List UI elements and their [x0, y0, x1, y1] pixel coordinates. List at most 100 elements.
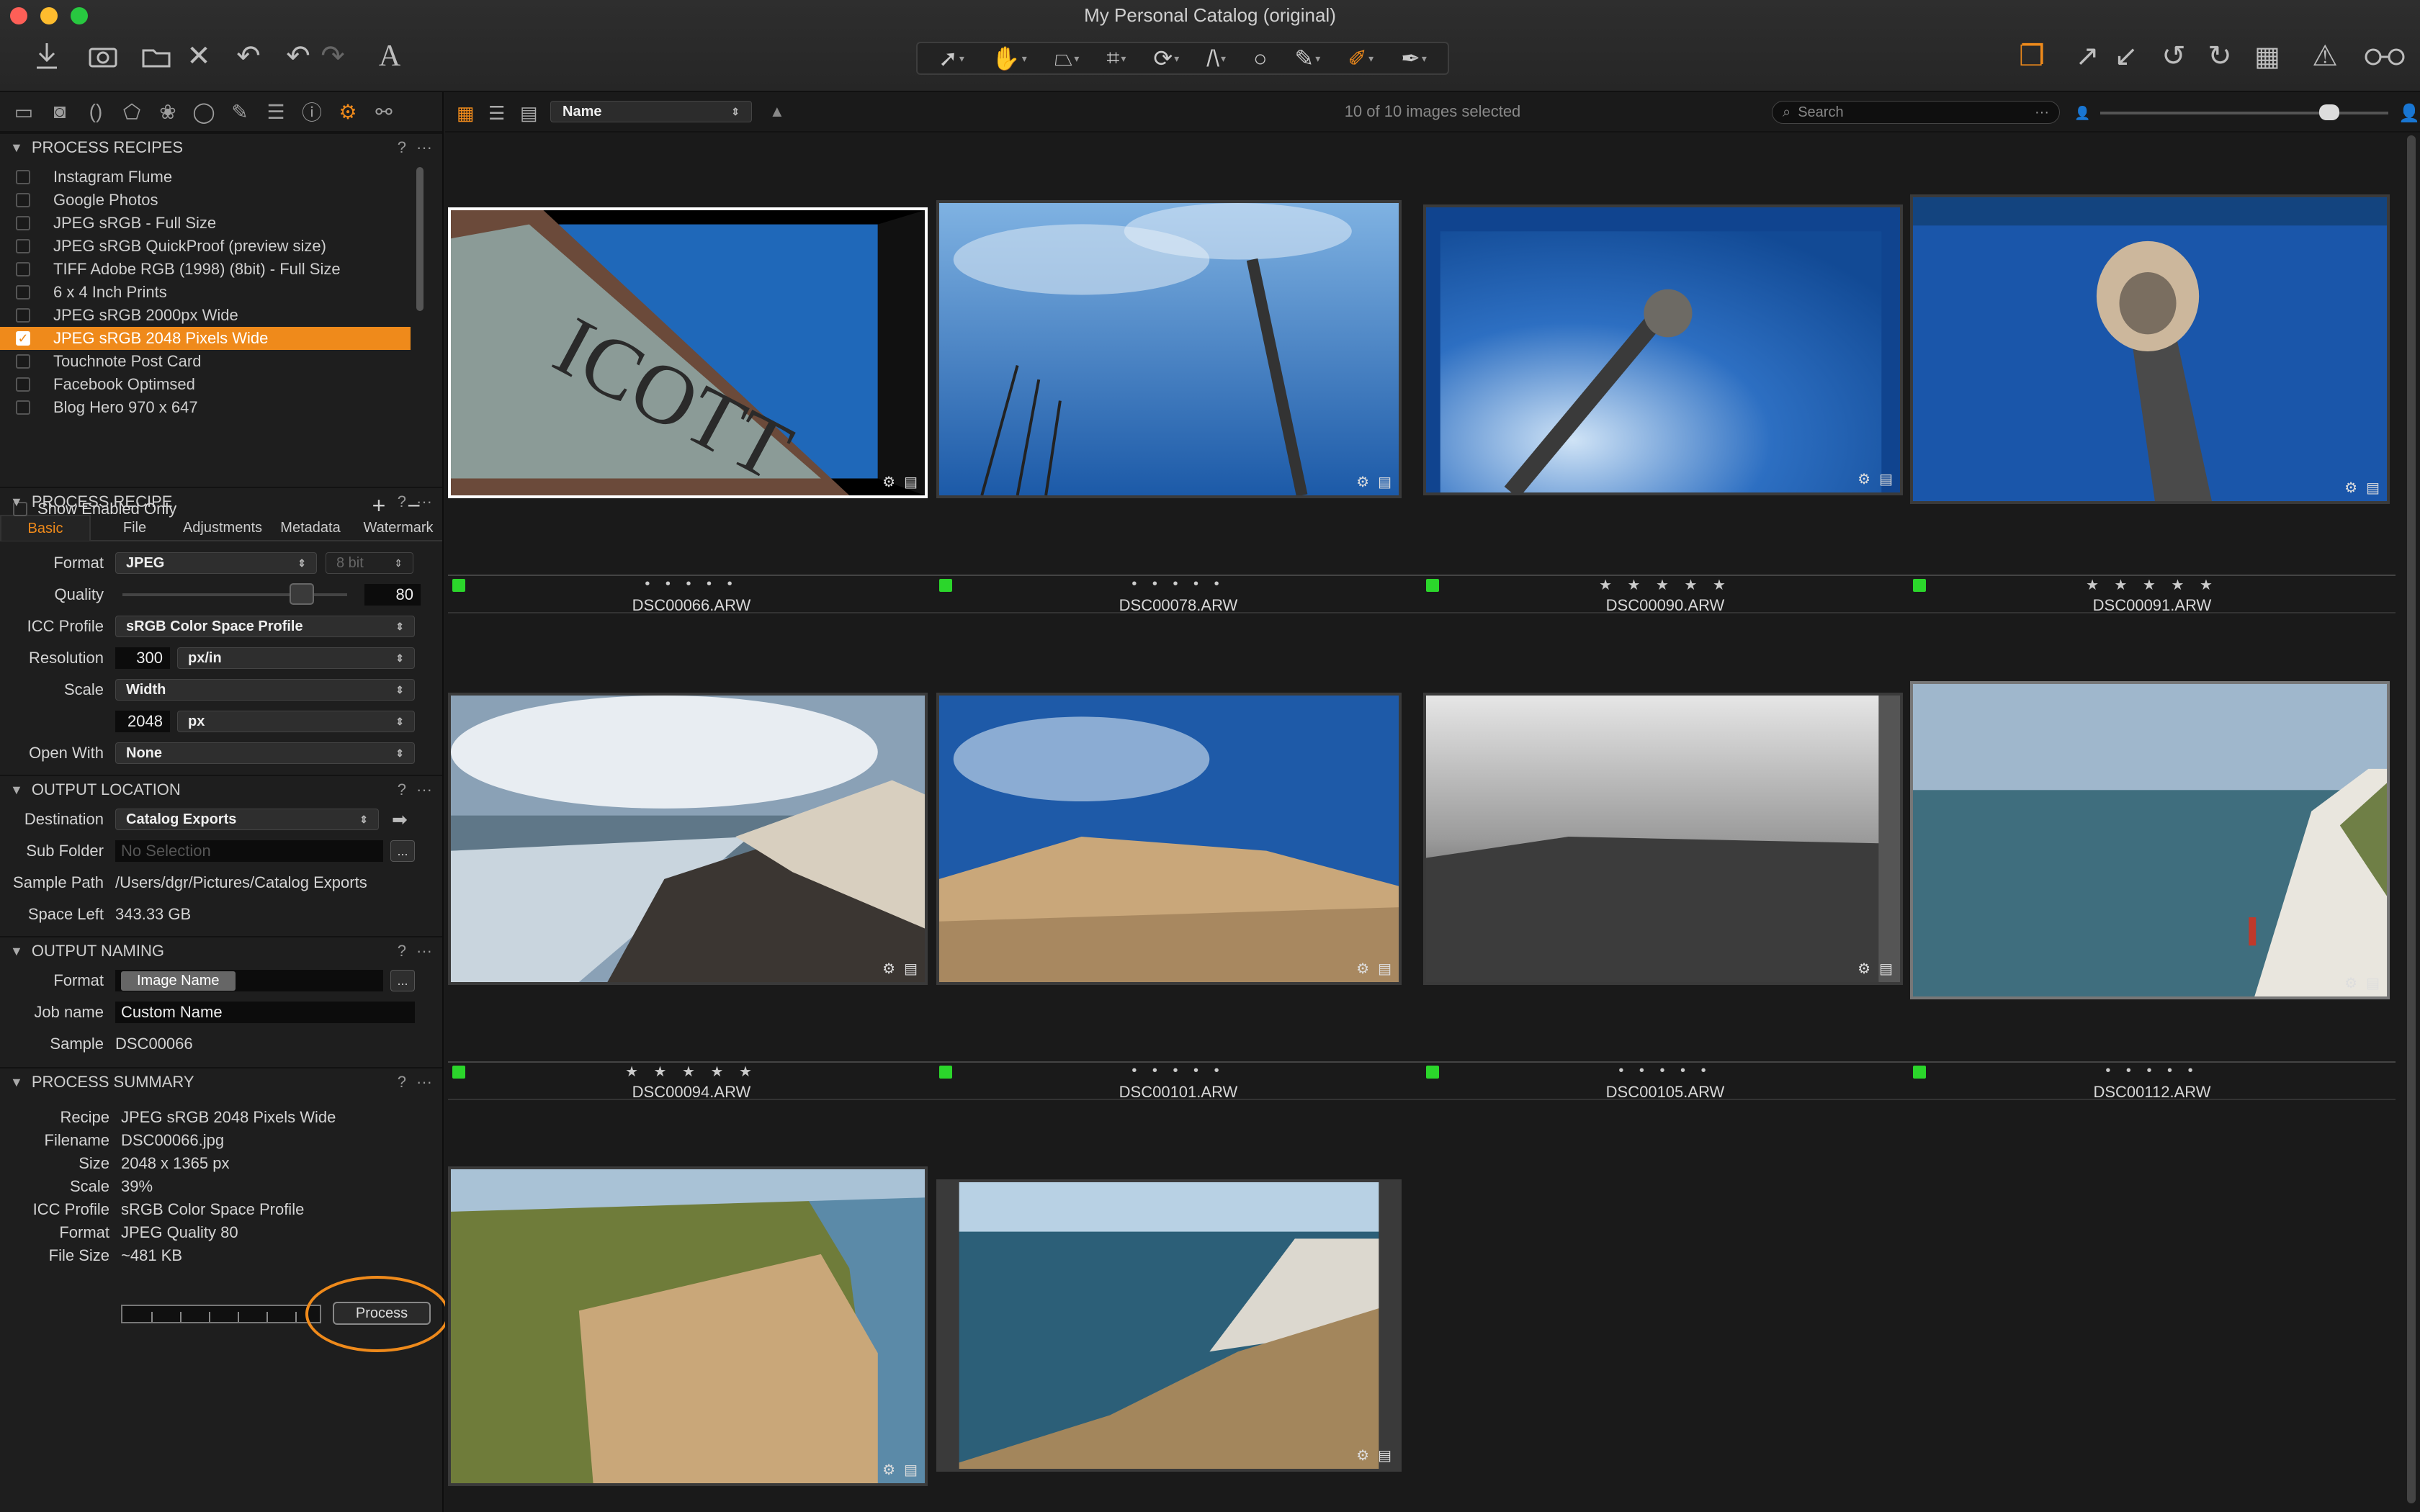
thumbnail-info[interactable]: • • • • • DSC00101.ARW	[935, 1061, 1422, 1101]
resolution-input[interactable]: 300	[115, 647, 170, 669]
thumbnail-info[interactable]: • • • • • DSC00078.ARW	[935, 575, 1422, 614]
crop-tool-icon[interactable]: ⌗ ▾	[1106, 45, 1126, 72]
settings-icon[interactable]: ⚙	[1857, 470, 1870, 488]
scale-size-input[interactable]: 2048	[115, 711, 170, 732]
job-name-input[interactable]: Custom Name	[115, 1002, 415, 1023]
process-summary-header[interactable]: ▼ PROCESS SUMMARY ? ···	[0, 1067, 442, 1096]
undo-icon[interactable]: ↶	[282, 37, 314, 75]
camera-icon[interactable]	[85, 37, 121, 75]
recipe-item[interactable]: JPEG sRGB 2000px Wide	[0, 304, 411, 327]
tab-adjustments[interactable]: Adjustments	[179, 520, 266, 536]
more-icon[interactable]: ···	[416, 780, 432, 799]
rating-stars[interactable]: • • • • •	[1909, 1063, 2396, 1079]
brush-tool-icon[interactable]: ✎ ▾	[1294, 45, 1320, 72]
checkbox[interactable]	[16, 400, 30, 415]
more-icon[interactable]: ···	[416, 1073, 432, 1092]
tab-file[interactable]: File	[91, 520, 179, 536]
rating-stars[interactable]: • • • • •	[448, 576, 935, 593]
grid-icon[interactable]: ▦	[2251, 37, 2283, 75]
grid-view-icon[interactable]: ▦	[457, 102, 478, 124]
thumbnail-info[interactable]: ★ ★ ★ ★ ★ DSC00090.ARW	[1422, 575, 1909, 614]
open-with-select[interactable]: None ⇕	[115, 742, 415, 764]
redo-icon[interactable]: ↷	[317, 37, 349, 75]
thumbnail-image[interactable]: ⚙ ▤	[936, 693, 1402, 985]
settings-icon[interactable]: ⚙	[2344, 974, 2357, 992]
sort-select[interactable]: Name ⇕	[550, 101, 752, 122]
tab-basic[interactable]: Basic	[0, 515, 91, 541]
cursor-tool-icon[interactable]: ➚ ▾	[938, 45, 964, 72]
metadata-icon[interactable]: ▤	[1378, 473, 1392, 491]
checkbox-checked[interactable]: ✓	[16, 331, 30, 346]
recipe-item[interactable]: Facebook Optimsed	[0, 373, 411, 396]
recipe-scrollbar[interactable]	[416, 167, 424, 311]
rotate-left-icon[interactable]: ↺	[2158, 37, 2190, 75]
thumbnail-info[interactable]: • • • • • DSC00066.ARW	[448, 575, 935, 614]
settings-icon[interactable]: ⚙	[1356, 473, 1369, 491]
destination-select[interactable]: Catalog Exports ⇕	[115, 809, 379, 830]
text-icon[interactable]: A	[372, 37, 408, 75]
tab-metadata[interactable]: Metadata	[266, 520, 354, 536]
settings-icon[interactable]: ⚙	[1356, 1446, 1369, 1464]
naming-format-button[interactable]: ...	[390, 970, 415, 991]
thumbnail-info[interactable]: • • • • • DSC00105.ARW	[1422, 1061, 1909, 1101]
metadata-tab-icon[interactable]: ☰	[262, 98, 290, 125]
quality-slider[interactable]	[122, 583, 347, 605]
metadata-icon[interactable]: ▤	[1879, 960, 1893, 978]
rotate-tool-icon[interactable]: ⟳ ▾	[1153, 45, 1179, 72]
metadata-icon[interactable]: ▤	[1378, 1446, 1392, 1464]
picker-tool-icon[interactable]: ✒ ▾	[1401, 45, 1427, 72]
checkbox[interactable]	[16, 377, 30, 392]
circle-tool-icon[interactable]: ○	[1253, 45, 1267, 72]
tab-watermark[interactable]: Watermark	[354, 520, 442, 536]
scroll-thumb[interactable]	[2407, 135, 2416, 1503]
batch-tab-icon[interactable]: ⚯	[370, 98, 398, 125]
thumbnail-image[interactable]: ICOTT ⚙ ▤	[448, 207, 928, 498]
undo-all-icon[interactable]: ↶	[230, 37, 266, 75]
help-icon[interactable]: ?	[398, 780, 406, 799]
settings-icon[interactable]: ⚙	[882, 473, 895, 491]
metadata-icon[interactable]: ▤	[1879, 470, 1893, 488]
settings-icon[interactable]: ⚙	[882, 960, 895, 978]
delete-icon[interactable]: ✕	[184, 37, 213, 75]
metadata-icon[interactable]: ▤	[2366, 974, 2380, 992]
rating-stars[interactable]: • • • • •	[1422, 1063, 1909, 1079]
color-tab-icon[interactable]: ❀	[154, 98, 182, 125]
recipe-item[interactable]: 6 x 4 Inch Prints	[0, 281, 411, 304]
checkbox[interactable]	[16, 239, 30, 253]
list-view-icon[interactable]: ☰	[488, 102, 510, 124]
stack-icon[interactable]: ❐	[2014, 37, 2050, 75]
rotate-right-icon[interactable]: ↻	[2204, 37, 2236, 75]
recipe-item[interactable]: JPEG sRGB QuickProof (preview size)	[0, 235, 411, 258]
bitdepth-select[interactable]: 8 bit ⇕	[326, 552, 413, 574]
browser-scrollbar[interactable]	[2407, 135, 2416, 1503]
recipe-item[interactable]: Instagram Flume	[0, 166, 411, 189]
thumbnail-image[interactable]: ⚙ ▤	[1423, 204, 1903, 495]
help-icon[interactable]: ?	[398, 492, 406, 511]
help-icon[interactable]: ?	[398, 138, 406, 157]
more-icon[interactable]: ···	[416, 942, 432, 960]
sort-direction-icon[interactable]: ▲	[769, 102, 785, 121]
exposure-tab-icon[interactable]: ◯	[190, 98, 218, 125]
process-recipes-header[interactable]: ▼ PROCESS RECIPES ? ···	[0, 132, 442, 161]
reveal-arrow-icon[interactable]: ➡	[392, 809, 408, 831]
export-icon[interactable]: ↗	[2071, 37, 2103, 75]
rating-stars[interactable]: ★ ★ ★ ★ ★	[1909, 576, 2396, 594]
checkbox[interactable]	[16, 308, 30, 323]
metadata-icon[interactable]: ▤	[904, 1461, 918, 1479]
thumbnail-image[interactable]: ⚙ ▤	[1910, 194, 2390, 504]
output-naming-header[interactable]: ▼ OUTPUT NAMING ? ···	[0, 936, 442, 965]
zoom-thumb[interactable]	[2319, 104, 2340, 120]
image-name-token[interactable]: Image Name	[121, 971, 236, 991]
search-input[interactable]: ⌕ Search ···	[1772, 101, 2060, 124]
process-recipe-header[interactable]: ▼ PROCESS RECIPE ? ···	[0, 487, 442, 516]
thumbnail-image[interactable]: ⚙ ▤	[448, 693, 928, 985]
straighten-tool-icon[interactable]: /\ ▾	[1206, 45, 1226, 72]
checkbox[interactable]	[16, 285, 30, 300]
help-icon[interactable]: ?	[398, 1073, 406, 1092]
eraser-tool-icon[interactable]: ✐ ▾	[1348, 45, 1373, 72]
more-icon[interactable]: ···	[416, 492, 432, 511]
checkbox[interactable]	[16, 170, 30, 184]
thumbnail-image[interactable]: ⚙ ▤	[1910, 681, 2390, 999]
thumbnail-image[interactable]: ⚙ ▤	[1423, 693, 1903, 985]
thumbnail-info[interactable]: ★ ★ ★ ★ ★ DSC00091.ARW	[1909, 575, 2396, 614]
